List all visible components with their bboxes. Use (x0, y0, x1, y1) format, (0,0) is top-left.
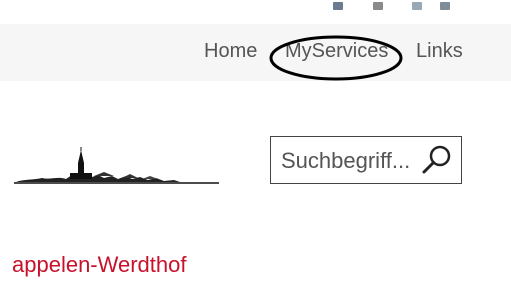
browser-top-strip (0, 0, 511, 14)
nav-item-links[interactable]: Links (416, 40, 463, 63)
toolbar-icon (412, 2, 422, 10)
village-skyline-logo (14, 147, 219, 184)
page-title: appelen-Werdthof (12, 252, 187, 277)
toolbar-icon (440, 2, 450, 10)
nav-item-myservices[interactable]: MyServices (285, 40, 388, 63)
toolbar-icon (333, 2, 343, 10)
nav-item-home[interactable]: Home (204, 40, 257, 63)
search-input[interactable] (279, 143, 423, 179)
toolbar-icon (373, 2, 383, 10)
search-icon[interactable] (421, 144, 453, 176)
search-box (270, 136, 462, 184)
